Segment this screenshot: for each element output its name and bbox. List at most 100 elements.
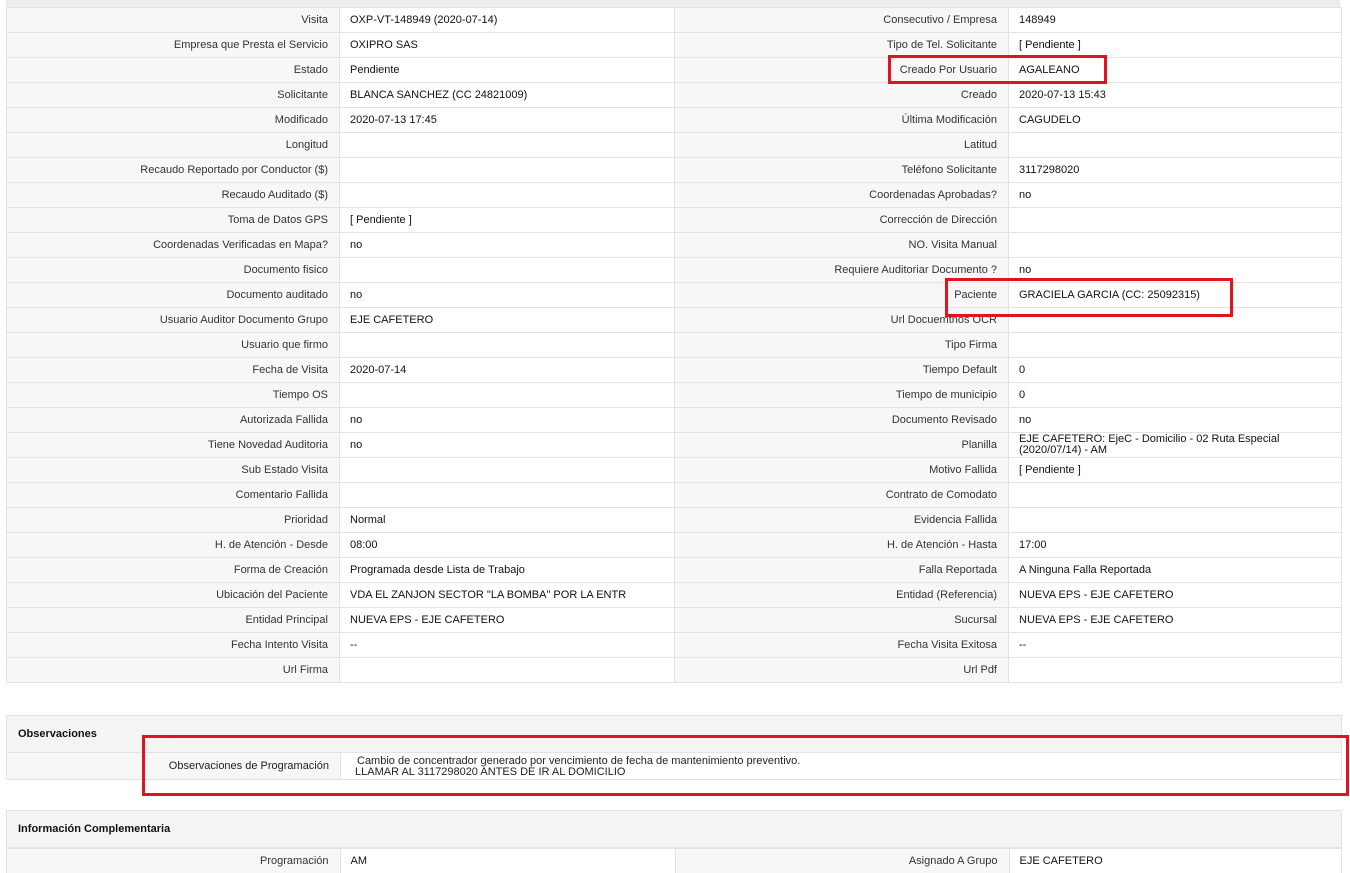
field-value — [340, 258, 675, 283]
field-label: Planilla — [675, 433, 1009, 458]
field-value: Pendiente — [340, 58, 675, 83]
field-value: 17:00 — [1009, 533, 1342, 558]
field-label: Fecha de Visita — [7, 358, 340, 383]
table-row: Forma de CreaciónProgramada desde Lista … — [7, 558, 1342, 583]
field-label: Forma de Creación — [7, 558, 340, 583]
table-row: EstadoPendienteCreado Por UsuarioAGALEAN… — [7, 58, 1342, 83]
field-label: Url Firma — [7, 658, 340, 683]
field-value: 2020-07-13 15:43 — [1009, 83, 1342, 108]
field-value: Programada desde Lista de Trabajo — [340, 558, 675, 583]
field-value — [340, 458, 675, 483]
table-row: Programación AM Asignado A Grupo EJE CAF… — [7, 849, 1341, 873]
field-value — [1009, 208, 1342, 233]
table-row: Ubicación del PacienteVDA EL ZANJON SECT… — [7, 583, 1342, 608]
field-label: Coordenadas Verificadas en Mapa? — [7, 233, 340, 258]
field-value: 148949 — [1009, 8, 1342, 33]
table-row: Url FirmaUrl Pdf — [7, 658, 1342, 683]
field-label: Documento auditado — [7, 283, 340, 308]
field-value: no — [340, 408, 675, 433]
field-value — [1009, 658, 1342, 683]
field-value: Normal — [340, 508, 675, 533]
table-row: Sub Estado Visita Motivo Fallida[ Pendien… — [7, 458, 1342, 483]
table-row: Tiempo OSTiempo de municipio0 — [7, 383, 1342, 408]
field-value: EJE CAFETERO — [1009, 849, 1341, 873]
table-row: Fecha de Visita 2020-07-14Tiempo Default… — [7, 358, 1342, 383]
field-value: EJE CAFETERO — [340, 308, 675, 333]
field-label: Prioridad — [7, 508, 340, 533]
table-row: Recaudo Auditado ($)Coordenadas Aprobada… — [7, 183, 1342, 208]
field-label: Tipo de Tel. Solicitante — [675, 33, 1009, 58]
field-label: Longitud — [7, 133, 340, 158]
field-value: [ Pendiente ] — [1009, 458, 1342, 483]
field-label: Documento Revisado — [675, 408, 1009, 433]
table-row: Entidad PrincipalNUEVA EPS - EJE CAFETER… — [7, 608, 1342, 633]
field-label: Recaudo Auditado ($) — [7, 183, 340, 208]
field-value — [1009, 333, 1342, 358]
field-value — [1009, 508, 1342, 533]
field-label: Programación — [7, 849, 340, 873]
table-row: Empresa que Presta el ServicioOXIPRO SAS… — [7, 33, 1342, 58]
field-value: EJE CAFETERO: EjeC - Domicilio - 02 Ruta… — [1009, 433, 1342, 458]
field-label: Modificado — [7, 108, 340, 133]
field-label: Fecha Visita Exitosa — [675, 633, 1009, 658]
field-label: H. de Atención - Desde — [7, 533, 340, 558]
field-value: BLANCA SANCHEZ (CC 24821009) — [340, 83, 675, 108]
highlight-paciente — [945, 278, 1233, 317]
field-label: Teléfono Solicitante — [675, 158, 1009, 183]
field-label: Latitud — [675, 133, 1009, 158]
field-value: no — [1009, 408, 1342, 433]
table-row: VisitaOXP-VT-148949 (2020-07-14)Consecut… — [7, 8, 1342, 33]
field-label: H. de Atención - Hasta — [675, 533, 1009, 558]
field-label: Falla Reportada — [675, 558, 1009, 583]
field-label: Creado — [675, 83, 1009, 108]
field-value — [340, 133, 675, 158]
table-row: Autorizada Fallida noDocumento Revisado … — [7, 408, 1342, 433]
field-label: NO. Visita Manual — [675, 233, 1009, 258]
field-value: no — [1009, 183, 1342, 208]
table-row: Fecha Intento Visita --Fecha Visita Exit… — [7, 633, 1342, 658]
field-label: Documento fisico — [7, 258, 340, 283]
field-label: Solicitante — [7, 83, 340, 108]
field-value: NUEVA EPS - EJE CAFETERO — [1009, 608, 1342, 633]
highlight-observaciones — [142, 735, 1349, 796]
field-value: NUEVA EPS - EJE CAFETERO — [1009, 583, 1342, 608]
field-value — [1009, 483, 1342, 508]
informacion-complementaria-panel: Información Complementaria Programación … — [6, 810, 1342, 873]
field-value: VDA EL ZANJON SECTOR "LA BOMBA" POR LA E… — [340, 583, 675, 608]
field-value — [340, 333, 675, 358]
field-label: Tiempo Default — [675, 358, 1009, 383]
field-value: A Ninguna Falla Reportada — [1009, 558, 1342, 583]
table-row: Toma de Datos GPS[ Pendiente ]Corrección… — [7, 208, 1342, 233]
table-row: PrioridadNormalEvidencia Fallida — [7, 508, 1342, 533]
field-label: Última Modificación — [675, 108, 1009, 133]
field-label: Sub Estado Visita — [7, 458, 340, 483]
field-label: Tiene Novedad Auditoria — [7, 433, 340, 458]
field-value: 08:00 — [340, 533, 675, 558]
field-label: Entidad Principal — [7, 608, 340, 633]
complementaria-table: Programación AM Asignado A Grupo EJE CAF… — [7, 848, 1342, 873]
field-value: CAGUDELO — [1009, 108, 1342, 133]
field-value: no — [340, 283, 675, 308]
table-row: H. de Atención - Desde08:00H. de Atenció… — [7, 533, 1342, 558]
field-label: Ubicación del Paciente — [7, 583, 340, 608]
field-label: Comentario Fallida — [7, 483, 340, 508]
field-label: Tiempo de municipio — [675, 383, 1009, 408]
field-value — [340, 383, 675, 408]
highlight-creado-por-usuario — [888, 55, 1107, 84]
field-value: OXP-VT-148949 (2020-07-14) — [340, 8, 675, 33]
field-value: [ Pendiente ] — [340, 208, 675, 233]
table-row: Tiene Novedad Auditoria noPlanillaEJE CA… — [7, 433, 1342, 458]
field-value — [340, 658, 675, 683]
field-label: Estado — [7, 58, 340, 83]
field-value: -- — [1009, 633, 1342, 658]
field-value: NUEVA EPS - EJE CAFETERO — [340, 608, 675, 633]
table-row: Recaudo Reportado por Conductor ($) Teléf… — [7, 158, 1342, 183]
table-row: Coordenadas Verificadas en Mapa? noNO. V… — [7, 233, 1342, 258]
field-label: Recaudo Reportado por Conductor ($) — [7, 158, 340, 183]
field-value — [340, 483, 675, 508]
informacion-complementaria-title: Información Complementaria — [7, 811, 1341, 848]
field-label: Corrección de Dirección — [675, 208, 1009, 233]
field-label: Motivo Fallida — [675, 458, 1009, 483]
table-row: Comentario FallidaContrato de Comodato — [7, 483, 1342, 508]
field-value: 2020-07-13 17:45 — [340, 108, 675, 133]
